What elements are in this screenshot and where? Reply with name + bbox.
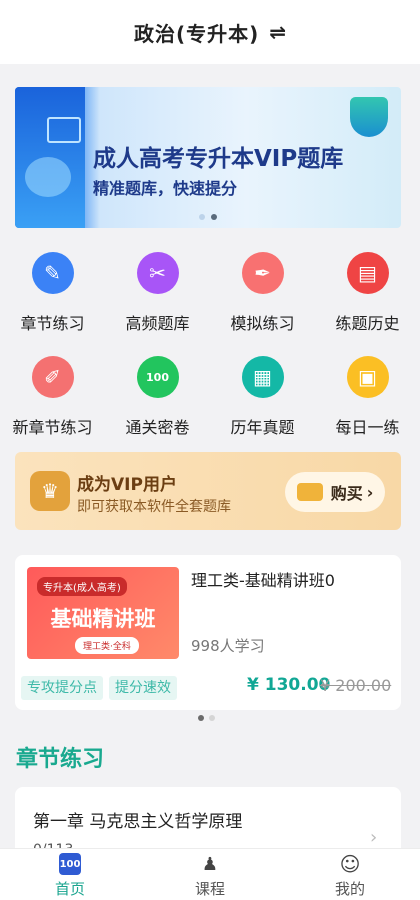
- buy-label: 购买: [330, 484, 363, 503]
- shield-icon: [350, 97, 388, 137]
- course-dot-active[interactable]: [198, 715, 204, 721]
- banner-dot-active[interactable]: [211, 214, 217, 220]
- course-thumbnail[interactable]: 专升本(成人高考) 基础精讲班 理工类·全科: [27, 567, 179, 659]
- vip-subtitle: 即可获取本软件全套题库: [77, 499, 231, 515]
- coins-icon: [296, 483, 323, 501]
- buy-button[interactable]: 购买 ›: [285, 472, 385, 512]
- course-price: ¥ 130.00: [247, 675, 331, 695]
- menu-label: 模拟练习: [230, 314, 295, 333]
- course-dot[interactable]: [209, 715, 215, 721]
- switch-icon[interactable]: ⇌: [269, 20, 286, 44]
- banner-illustration: [15, 87, 85, 228]
- menu-label: 新章节练习: [12, 418, 93, 437]
- menu-label: 练题历史: [335, 314, 400, 333]
- notebook-icon: ▤: [346, 252, 389, 294]
- course-tag: 提分速效: [109, 676, 177, 700]
- course-tag: 专攻提分点: [21, 676, 103, 700]
- bottom-tab-bar: 100 首页 ♟ 课程 ☺ 我的: [0, 848, 420, 900]
- promo-banner[interactable]: 成人高考专升本VIP题库 精准题库，快速提分: [15, 87, 401, 228]
- tab-label: 课程: [194, 880, 225, 898]
- tab-label: 首页: [54, 880, 85, 898]
- menu-practice-history[interactable]: ▤ 练题历史: [315, 252, 420, 334]
- top-bar: 政治(专升本) ⇌: [0, 0, 420, 64]
- menu-past-exams[interactable]: ▦ 历年真题: [210, 356, 315, 438]
- user-icon: ☺: [339, 852, 361, 876]
- course-card[interactable]: 专升本(成人高考) 基础精讲班 理工类·全科 理工类-基础精讲班0 998人学习…: [15, 555, 401, 710]
- menu-mock-practice[interactable]: ✒ 模拟练习: [210, 252, 315, 334]
- menu-label: 每日一练: [335, 418, 400, 437]
- vip-title: 成为VIP用户: [77, 475, 177, 495]
- menu-daily-practice[interactable]: ▣ 每日一练: [315, 356, 420, 438]
- thumb-title: 基础精讲班: [50, 607, 156, 631]
- chevron-right-icon: ›: [366, 482, 374, 502]
- page-title[interactable]: 政治(专升本): [134, 18, 259, 47]
- thumb-pill: 理工类·全科: [75, 637, 139, 654]
- banner-pager: [199, 214, 217, 220]
- thumb-tag: 专升本(成人高考): [37, 577, 127, 596]
- vip-card[interactable]: ♛ 成为VIP用户 即可获取本软件全套题库 购买 ›: [15, 452, 401, 530]
- tab-courses[interactable]: ♟ 课程: [140, 853, 280, 899]
- menu-label: 历年真题: [230, 418, 295, 437]
- menu-chapter-practice[interactable]: ✎ 章节练习: [0, 252, 105, 334]
- home-exam-icon: 100: [59, 853, 81, 875]
- chevron-right-icon: ›: [370, 827, 378, 848]
- menu-new-chapter[interactable]: ✐ 新章节练习: [0, 356, 105, 438]
- course-original-price: ¥ 200.00: [320, 676, 392, 695]
- menu-label: 通关密卷: [125, 418, 190, 437]
- menu-label: 高频题库: [125, 314, 190, 333]
- lecturer-icon: ♟: [201, 853, 219, 875]
- fountain-pen-icon: ✒: [241, 252, 284, 294]
- document-icon: ▦: [241, 356, 284, 398]
- course-name[interactable]: 理工类-基础精讲班0: [191, 567, 335, 591]
- banner-dot[interactable]: [199, 214, 205, 220]
- banner-headline: 成人高考专升本VIP题库: [93, 146, 344, 172]
- course-pager: [198, 715, 215, 721]
- menu-label: 章节练习: [20, 314, 85, 333]
- pen-icon: ✎: [31, 252, 74, 294]
- tools-icon: ✂: [136, 252, 179, 294]
- calendar-icon: ▣: [346, 356, 389, 398]
- learner-count: 998人学习: [191, 637, 265, 655]
- menu-high-frequency[interactable]: ✂ 高频题库: [105, 252, 210, 334]
- menu-pass-paper[interactable]: 100 通关密卷: [105, 356, 210, 438]
- tab-label: 我的: [334, 880, 365, 898]
- banner-subline: 精准题库，快速提分: [93, 179, 238, 198]
- tab-profile[interactable]: ☺ 我的: [280, 852, 420, 899]
- section-title: 章节练习: [16, 747, 105, 772]
- exam-paper-icon: 100: [136, 356, 179, 398]
- crown-icon: ♛: [30, 471, 70, 511]
- chapter-title: 第一章 马克思主义哲学原理: [33, 812, 243, 832]
- tab-home[interactable]: 100 首页: [0, 853, 140, 899]
- pen-nib-icon: ✐: [31, 356, 74, 398]
